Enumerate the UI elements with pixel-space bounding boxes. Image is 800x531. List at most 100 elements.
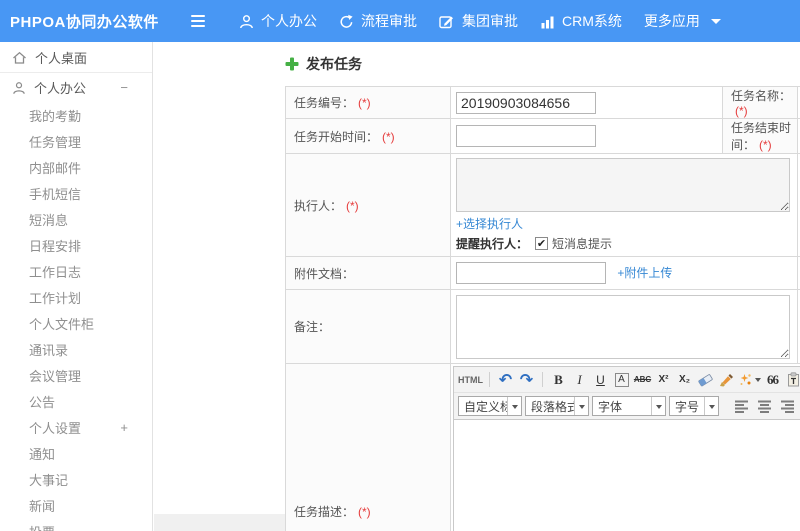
attachment-upload-link[interactable]: +附件上传 — [617, 266, 672, 280]
nav-label: 个人办公 — [261, 13, 317, 29]
task-number-input[interactable] — [456, 91, 596, 114]
editor-toolbar-1: HTML ↶ ↷ B I U A ABC X² X₂ 66 — [454, 367, 800, 393]
redo-button[interactable]: ↷ — [517, 370, 536, 389]
custom-title-dropdown[interactable]: 自定义标题 — [458, 396, 522, 416]
sidebar-item-announcement[interactable]: 公告 — [0, 388, 152, 414]
align-left-icon — [735, 400, 748, 413]
sidebar: 个人桌面 个人办公 − 我的考勤 任务管理 内部邮件 手机短信 短消息 日程安排… — [0, 42, 153, 531]
sidebar-item-attendance[interactable]: 我的考勤 — [0, 102, 152, 128]
topbar: PHPOA协同办公软件 个人办公 流程审批 集团审批 CRM系统 更多应用 — [0, 0, 800, 42]
sidebar-item-news[interactable]: 新闻 — [0, 492, 152, 518]
table-row: 备注： — [285, 289, 800, 364]
required-mark: (*) — [358, 504, 371, 519]
paste-plain-button[interactable] — [784, 370, 800, 389]
sidebar-item-internal-mail[interactable]: 内部邮件 — [0, 154, 152, 180]
field-label-description: 任务描述： (*) — [285, 363, 451, 531]
nav-item-personal-office[interactable]: 个人办公 — [237, 7, 319, 35]
sidebar-item-contacts[interactable]: 通讯录 — [0, 336, 152, 362]
page-title-text: 发布任务 — [306, 56, 362, 72]
sidebar-item-short-message[interactable]: 短消息 — [0, 206, 152, 232]
format-brush-button[interactable] — [717, 370, 736, 389]
alignment-group — [734, 398, 800, 415]
nav-item-process-approval[interactable]: 流程审批 — [337, 7, 419, 35]
align-center-button[interactable] — [757, 398, 774, 415]
rich-text-editor: HTML ↶ ↷ B I U A ABC X² X₂ 66 自定义标 段落格式 … — [453, 366, 800, 531]
sidebar-item-file-cabinet[interactable]: 个人文件柜 — [0, 310, 152, 336]
bar-chart-icon — [541, 16, 554, 28]
nav-item-group-approval[interactable]: 集团审批 — [437, 7, 520, 35]
subscript-button[interactable]: X₂ — [675, 370, 694, 389]
underline-button[interactable]: U — [591, 370, 610, 389]
sidebar-item-desktop[interactable]: 个人桌面 — [0, 42, 152, 73]
required-mark: (*) — [358, 96, 371, 110]
sidebar-item-work-log[interactable]: 工作日志 — [0, 258, 152, 284]
sidebar-label: 个人办公 — [34, 81, 87, 96]
sidebar-item-notice[interactable]: 通知 — [0, 440, 152, 466]
sidebar-item-work-plan[interactable]: 工作计划 — [0, 284, 152, 310]
italic-button[interactable]: I — [570, 370, 589, 389]
field-label-start-time: 任务开始时间： (*) — [285, 118, 451, 154]
sidebar-label: 个人桌面 — [35, 50, 88, 66]
align-center-icon — [758, 400, 771, 413]
attachment-input[interactable] — [456, 262, 606, 284]
top-nav: 个人办公 流程审批 集团审批 CRM系统 更多应用 — [237, 7, 723, 35]
clipboard-icon — [788, 372, 799, 387]
font-style-button[interactable]: A — [612, 370, 631, 389]
user-icon — [240, 14, 253, 28]
select-executor-link[interactable]: +选择执行人 — [456, 215, 523, 232]
nav-label: 流程审批 — [361, 13, 417, 29]
caret-down-icon — [755, 377, 761, 382]
field-label-executor: 执行人： (*) — [285, 153, 451, 257]
eraser-button[interactable] — [696, 370, 715, 389]
superscript-button[interactable]: X² — [654, 370, 673, 389]
table-row: 任务编号：(*) 任务名称：(*) — [285, 86, 800, 119]
sidebar-item-personal-settings[interactable]: 个人设置 + — [0, 414, 152, 440]
table-row: 执行人：(*) +选择执行人 提醒执行人： 短消息提示 — [285, 153, 800, 257]
start-time-input[interactable] — [456, 125, 596, 147]
sidebar-item-vote[interactable]: 投票 — [0, 518, 152, 531]
menu-icon[interactable] — [191, 15, 205, 27]
nav-item-crm[interactable]: CRM系统 — [538, 7, 624, 35]
caret-down-icon — [651, 397, 665, 415]
table-row: 任务开始时间： (*) 任务结束时间： (*) — [285, 118, 800, 154]
field-label-task-name: 任务名称：(*) — [722, 86, 798, 119]
editor-toolbar-2: 自定义标题 段落格式 字体 — [454, 393, 800, 420]
sidebar-item-personal-office[interactable]: 个人办公 − — [0, 73, 152, 102]
nav-item-more-apps[interactable]: 更多应用 — [642, 7, 723, 35]
sms-label: 短消息提示 — [552, 237, 613, 251]
quick-format-button[interactable] — [738, 370, 761, 389]
bold-button[interactable]: B — [549, 370, 568, 389]
page-title: 发布任务 — [285, 54, 362, 74]
plus-icon — [285, 57, 299, 71]
undo-button[interactable]: ↶ — [496, 370, 515, 389]
sidebar-item-meeting[interactable]: 会议管理 — [0, 362, 152, 388]
align-right-icon — [781, 400, 794, 413]
align-left-button[interactable] — [734, 398, 751, 415]
home-icon — [13, 51, 26, 64]
expand-icon[interactable]: + — [120, 420, 128, 435]
field-label-attachment: 附件文档： — [285, 256, 451, 290]
remark-textarea[interactable] — [456, 294, 790, 359]
table-row: 任务描述： (*) HTML ↶ ↷ B I U A ABC X² X₂ 66 … — [285, 363, 800, 531]
font-size-dropdown[interactable]: 字号 — [669, 396, 719, 416]
align-right-button[interactable] — [780, 398, 797, 415]
required-mark: (*) — [759, 138, 772, 152]
sidebar-item-sms[interactable]: 手机短信 — [0, 180, 152, 206]
sidebar-item-schedule[interactable]: 日程安排 — [0, 232, 152, 258]
sidebar-item-task-management[interactable]: 任务管理 — [0, 128, 152, 154]
field-label-end-time: 任务结束时间： (*) — [722, 118, 798, 154]
sms-checkbox[interactable] — [535, 237, 549, 250]
executor-textarea[interactable] — [456, 158, 790, 212]
caret-down-icon — [704, 397, 718, 415]
collapse-icon[interactable]: − — [120, 80, 128, 95]
blockquote-button[interactable]: 66 — [763, 370, 782, 389]
html-source-button[interactable]: HTML — [458, 370, 483, 389]
font-family-dropdown[interactable]: 字体 — [592, 396, 666, 416]
user-icon — [13, 81, 25, 94]
editor-content-area[interactable] — [454, 420, 800, 531]
paragraph-format-dropdown[interactable]: 段落格式 — [525, 396, 589, 416]
required-mark: (*) — [382, 129, 395, 144]
sidebar-item-events[interactable]: 大事记 — [0, 466, 152, 492]
strikethrough-button[interactable]: ABC — [633, 370, 652, 389]
brush-icon — [720, 373, 733, 386]
